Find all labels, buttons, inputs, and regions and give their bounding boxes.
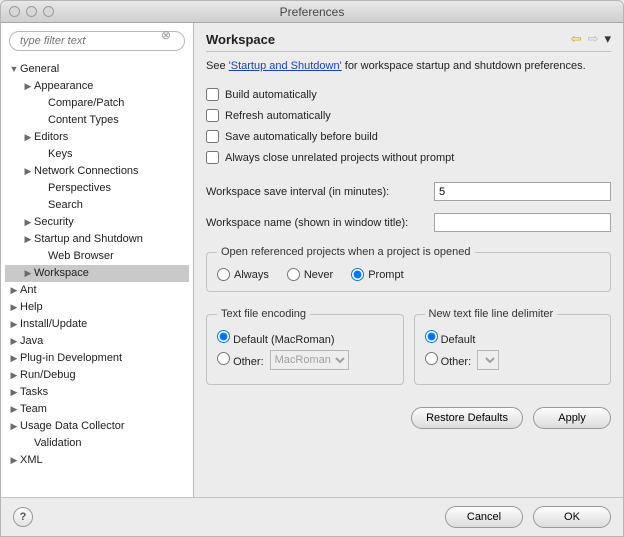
titlebar: Preferences <box>1 1 623 23</box>
tree-help[interactable]: ▶Help <box>5 299 189 316</box>
tree-general[interactable]: ▼General <box>5 61 189 78</box>
tree-team[interactable]: ▶Team <box>5 401 189 418</box>
build-automatically-label: Build automatically <box>225 89 317 101</box>
dialog-footer: ? Cancel OK <box>1 497 623 536</box>
open-ref-never[interactable]: Never <box>287 268 333 281</box>
window-body: ⊗ ▼General ▶Appearance Compare/Patch Con… <box>1 23 623 497</box>
tree-ant[interactable]: ▶Ant <box>5 282 189 299</box>
build-automatically-checkbox[interactable] <box>206 88 219 101</box>
sidebar: ⊗ ▼General ▶Appearance Compare/Patch Con… <box>1 23 194 497</box>
ok-button[interactable]: OK <box>533 506 611 528</box>
tree-editors[interactable]: ▶Editors <box>5 129 189 146</box>
delimiter-legend: New text file line delimiter <box>425 308 558 320</box>
tree-search[interactable]: Search <box>5 197 189 214</box>
preferences-window: Preferences ⊗ ▼General ▶Appearance Compa… <box>0 0 624 537</box>
tree-plugin[interactable]: ▶Plug-in Development <box>5 350 189 367</box>
tree-compare[interactable]: Compare/Patch <box>5 95 189 112</box>
save-before-build-checkbox[interactable] <box>206 130 219 143</box>
filter-input[interactable] <box>9 31 185 51</box>
tree-run[interactable]: ▶Run/Debug <box>5 367 189 384</box>
nav-icons: ⇦ ⇨ ▾ <box>571 31 611 47</box>
tree-network[interactable]: ▶Network Connections <box>5 163 189 180</box>
close-unrelated-checkbox[interactable] <box>206 151 219 164</box>
cancel-button[interactable]: Cancel <box>445 506 523 528</box>
tree-content-types[interactable]: Content Types <box>5 112 189 129</box>
tree-install[interactable]: ▶Install/Update <box>5 316 189 333</box>
tree-xml[interactable]: ▶XML <box>5 452 189 469</box>
restore-defaults-button[interactable]: Restore Defaults <box>411 407 523 429</box>
startup-shutdown-link[interactable]: 'Startup and Shutdown' <box>229 60 342 72</box>
tree-web-browser[interactable]: Web Browser <box>5 248 189 265</box>
tree-security[interactable]: ▶Security <box>5 214 189 231</box>
refresh-automatically-checkbox[interactable] <box>206 109 219 122</box>
open-ref-prompt[interactable]: Prompt <box>351 268 403 281</box>
page-description: See 'Startup and Shutdown' for workspace… <box>206 60 611 72</box>
forward-icon: ⇨ <box>588 31 599 47</box>
open-referenced-fieldset: Open referenced projects when a project … <box>206 246 611 292</box>
encoding-other-select: MacRoman <box>270 350 349 370</box>
encoding-default[interactable]: Default (MacRoman) <box>217 330 335 346</box>
delimiter-other[interactable]: Other: <box>425 352 472 368</box>
save-interval-label: Workspace save interval (in minutes): <box>206 186 426 198</box>
save-before-build-label: Save automatically before build <box>225 131 378 143</box>
delimiter-default[interactable]: Default <box>425 330 476 346</box>
encoding-legend: Text file encoding <box>217 308 310 320</box>
refresh-automatically-label: Refresh automatically <box>225 110 331 122</box>
encoding-other[interactable]: Other: <box>217 352 264 368</box>
preference-tree[interactable]: ▼General ▶Appearance Compare/Patch Conte… <box>1 59 193 497</box>
delimiter-fieldset: New text file line delimiter Default Oth… <box>414 308 612 385</box>
workspace-name-label: Workspace name (shown in window title): <box>206 217 426 229</box>
tree-validation[interactable]: Validation <box>5 435 189 452</box>
content-pane: Workspace ⇦ ⇨ ▾ See 'Startup and Shutdow… <box>194 23 623 497</box>
delimiter-other-select <box>477 350 499 370</box>
workspace-name-input[interactable] <box>434 213 611 232</box>
menu-icon[interactable]: ▾ <box>604 31 611 47</box>
close-unrelated-label: Always close unrelated projects without … <box>225 152 454 164</box>
tree-appearance[interactable]: ▶Appearance <box>5 78 189 95</box>
apply-button[interactable]: Apply <box>533 407 611 429</box>
tree-tasks[interactable]: ▶Tasks <box>5 384 189 401</box>
tree-startup[interactable]: ▶Startup and Shutdown <box>5 231 189 248</box>
tree-java[interactable]: ▶Java <box>5 333 189 350</box>
save-interval-input[interactable] <box>434 182 611 201</box>
clear-filter-icon[interactable]: ⊗ <box>161 28 171 42</box>
window-title: Preferences <box>1 5 623 19</box>
tree-perspectives[interactable]: Perspectives <box>5 180 189 197</box>
back-icon[interactable]: ⇦ <box>571 31 582 47</box>
page-title: Workspace <box>206 32 275 47</box>
tree-keys[interactable]: Keys <box>5 146 189 163</box>
tree-workspace[interactable]: ▶Workspace <box>5 265 189 282</box>
tree-usage[interactable]: ▶Usage Data Collector <box>5 418 189 435</box>
open-ref-always[interactable]: Always <box>217 268 269 281</box>
encoding-fieldset: Text file encoding Default (MacRoman) Ot… <box>206 308 404 385</box>
open-referenced-legend: Open referenced projects when a project … <box>217 246 475 258</box>
help-icon[interactable]: ? <box>13 507 33 527</box>
